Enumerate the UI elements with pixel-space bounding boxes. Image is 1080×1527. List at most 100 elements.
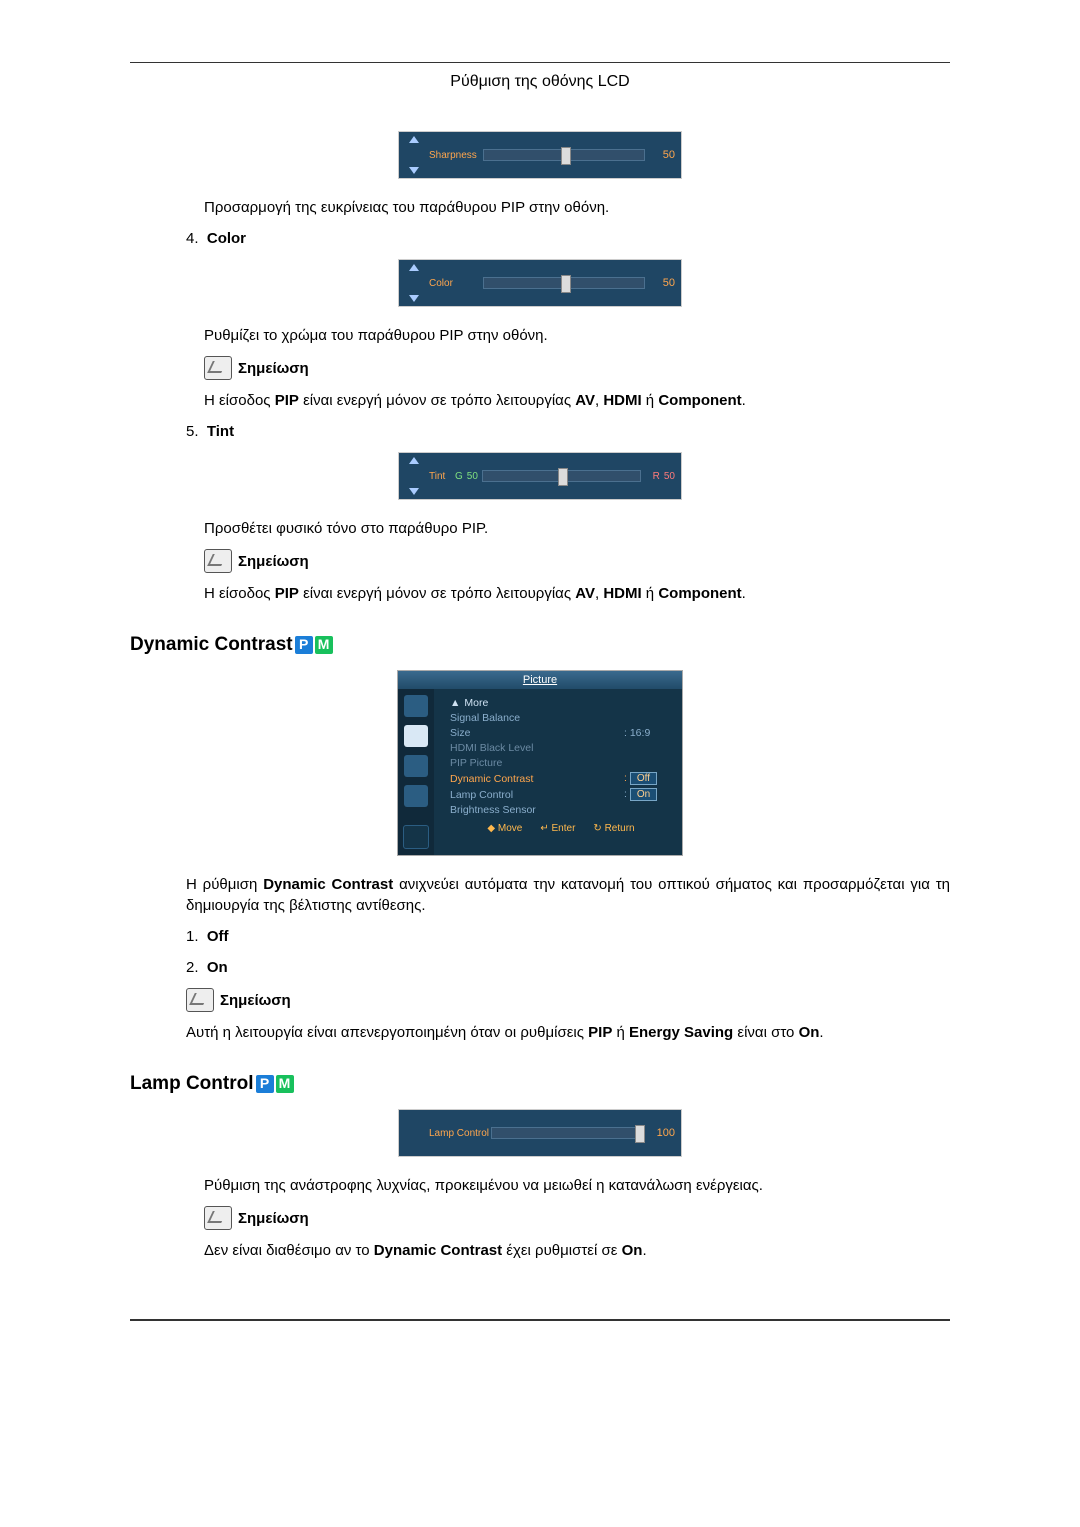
osd-tab-icon[interactable] — [404, 695, 428, 717]
osd-tab-picture-icon[interactable] — [404, 725, 428, 747]
t: ή — [642, 392, 659, 409]
color-thumb[interactable] — [561, 275, 571, 293]
t: AV — [575, 585, 595, 602]
option-off: Off — [207, 928, 229, 945]
slider-arrows — [399, 132, 429, 178]
color-desc: Ρυθμίζει το χρώμα του παράθυρου PIP στην… — [204, 325, 950, 346]
lamp-slider-widget: Lamp Control 100 — [398, 1109, 682, 1157]
t: . — [742, 585, 746, 602]
pm-badges: P M — [295, 636, 333, 654]
footer-return: Return — [605, 823, 635, 834]
osd-row-more[interactable]: ▲ More — [450, 697, 672, 709]
tint-heading-row: 5. Tint — [130, 421, 950, 442]
color-note-text: Η είσοδος PIP είναι ενεργή μόνον σε τρόπ… — [204, 390, 950, 411]
pm-badges: P M — [256, 1075, 294, 1093]
osd-row-label: Brightness Sensor — [450, 804, 672, 816]
page: Ρύθμιση της οθόνης LCD Sharpness 50 Προσ… — [0, 0, 1080, 1527]
t: Η είσοδος — [204, 392, 275, 409]
bottom-rule — [130, 1319, 950, 1321]
dynamic-list2: 2. On — [186, 957, 950, 978]
color-heading-row: 4. Color — [130, 228, 950, 249]
osd-row-label: Dynamic Contrast — [450, 773, 624, 785]
osd-row-label: HDMI Black Level — [450, 742, 672, 754]
lamp-control-title: Lamp Control — [130, 1073, 254, 1095]
sharpness-desc: Προσαρμογή της ευκρίνειας του παράθυρου … — [204, 197, 950, 218]
osd-tab-icon[interactable] — [403, 825, 429, 849]
osd-row-dynamic-contrast[interactable]: Dynamic Contrast : Off — [450, 772, 672, 785]
t: HDMI — [603, 585, 641, 602]
dynamic-osd-menu: Picture ▲ More Signal Balance Size — [397, 670, 683, 856]
top-rule — [130, 62, 950, 63]
osd-row-pip-picture: PIP Picture — [450, 757, 672, 769]
sharpness-slider-widget: Sharpness 50 — [398, 131, 682, 179]
osd-menu-footer: ◆ Move ↵ Enter ↻ Return — [450, 819, 672, 840]
dynamic-desc: Η ρύθμιση Dynamic Contrast ανιχνεύει αυτ… — [186, 874, 950, 916]
dynamic-note-label: Σημείωση — [220, 992, 291, 1009]
t: Component — [658, 392, 741, 409]
t: HDMI — [603, 392, 641, 409]
tint-note-text: Η είσοδος PIP είναι ενεργή μόνον σε τρόπ… — [204, 583, 950, 604]
tint-track[interactable] — [482, 470, 641, 482]
t: Dynamic Contrast — [374, 1242, 502, 1259]
arrow-up-icon — [409, 264, 419, 271]
lamp-track[interactable] — [491, 1127, 645, 1139]
color-slider[interactable]: Color 50 — [398, 259, 682, 307]
osd-row-size[interactable]: Size : 16:9 — [450, 727, 672, 739]
t: Η ρύθμιση — [186, 876, 263, 893]
tint-g-value: 50 — [467, 471, 478, 482]
t: είναι ενεργή μόνον σε τρόπο λειτουργίας — [299, 392, 575, 409]
dynamic-list1: 1. Off — [186, 926, 950, 947]
arrow-down-icon — [409, 167, 419, 174]
sharpness-track[interactable] — [483, 149, 645, 161]
sharpness-thumb[interactable] — [561, 147, 571, 165]
sharpness-block: Προσαρμογή της ευκρίνειας του παράθυρου … — [130, 197, 950, 218]
tint-thumb[interactable] — [558, 468, 568, 486]
return-icon: ↻ — [593, 823, 601, 834]
note-icon — [204, 356, 232, 380]
t: Αυτή η λειτουργία είναι απενεργοποιημένη… — [186, 1024, 588, 1041]
t: έχει ρυθμιστεί σε — [502, 1242, 621, 1259]
tint-block: Προσθέτει φυσικό τόνο στο παράθυρο PIP. … — [130, 518, 950, 604]
color-track[interactable] — [483, 277, 645, 289]
tint-label: Tint — [429, 471, 455, 482]
t: 1. — [186, 928, 199, 945]
osd-tab-icon[interactable] — [404, 785, 428, 807]
t: 2. — [186, 959, 199, 976]
osd-row-signal-balance[interactable]: Signal Balance — [450, 712, 672, 724]
color-heading: Color — [207, 230, 246, 247]
t: : — [624, 727, 627, 739]
tint-slider[interactable]: Tint G 50 R 50 — [398, 452, 682, 500]
badge-m-icon: M — [315, 636, 333, 654]
dynamic-contrast-title: Dynamic Contrast — [130, 634, 293, 656]
triangle-up-icon: ▲ — [450, 697, 460, 709]
lamp-control-title-row: Lamp Control P M — [130, 1073, 950, 1095]
lamp-note-label: Σημείωση — [238, 1210, 309, 1227]
tint-slider-widget: Tint G 50 R 50 — [398, 452, 682, 500]
tint-r-label: R — [653, 471, 660, 482]
lamp-slider[interactable]: Lamp Control 100 — [398, 1109, 682, 1157]
osd-row-value: Off — [630, 772, 657, 785]
lamp-label: Lamp Control — [429, 1128, 491, 1139]
note-icon — [186, 988, 214, 1012]
slider-arrows — [399, 260, 429, 306]
osd-tab-icon[interactable] — [404, 755, 428, 777]
sharpness-label: Sharpness — [429, 150, 483, 161]
badge-m-icon: M — [276, 1075, 294, 1093]
t: Dynamic Contrast — [263, 876, 393, 893]
page-title: Ρύθμιση της οθόνης LCD — [130, 73, 950, 91]
footer-enter: Enter — [552, 823, 576, 834]
osd-row-value: On — [630, 788, 657, 801]
osd-menu-main: ▲ More Signal Balance Size : 16:9 HDMI B… — [434, 689, 682, 855]
lamp-thumb[interactable] — [635, 1125, 645, 1143]
osd-row-brightness-sensor[interactable]: Brightness Sensor — [450, 804, 672, 816]
t: ή — [642, 585, 659, 602]
osd-row-label: Lamp Control — [450, 789, 624, 801]
sharpness-slider[interactable]: Sharpness 50 — [398, 131, 682, 179]
tint-r-value: 50 — [664, 471, 675, 482]
color-block: Ρυθμίζει το χρώμα του παράθυρου PIP στην… — [130, 325, 950, 411]
arrow-up-icon — [409, 457, 419, 464]
osd-row-lamp-control[interactable]: Lamp Control : On — [450, 788, 672, 801]
color-label: Color — [429, 278, 483, 289]
sharpness-value: 50 — [653, 149, 675, 161]
t: Δεν είναι διαθέσιμο αν το — [204, 1242, 374, 1259]
